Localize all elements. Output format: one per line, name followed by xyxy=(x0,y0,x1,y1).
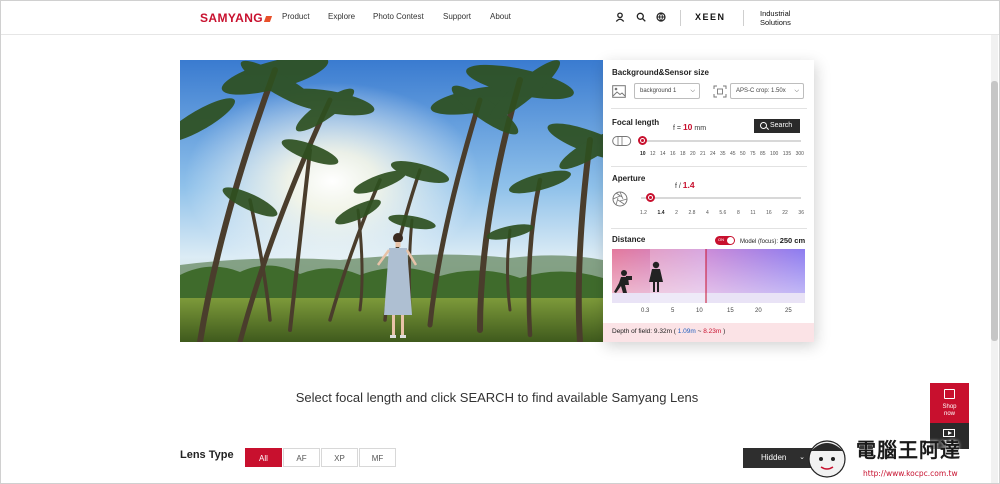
search-button[interactable]: Search xyxy=(754,119,800,133)
watermark-url: http://www.kocpc.com.tw xyxy=(863,469,958,478)
model-focus-label: Model (focus): 250 cm xyxy=(740,236,806,245)
watermark-title: 電腦王阿達 xyxy=(856,438,961,462)
depth-of-field-bar: Depth of field: 9.32m ( 1.09m ~ 8.23m ) xyxy=(603,323,814,342)
background-sensor-title: Background&Sensor size xyxy=(612,68,709,77)
dof-far: 8.23m xyxy=(703,328,722,335)
focal-length-slider-handle[interactable] xyxy=(638,136,647,145)
preview-photo xyxy=(180,60,603,342)
aperture-icon xyxy=(612,191,628,207)
search-icon[interactable] xyxy=(636,12,646,22)
scrollbar-thumb[interactable] xyxy=(991,81,998,341)
distance-tick: 20 xyxy=(755,308,762,314)
aperture-slider-handle[interactable] xyxy=(646,193,655,202)
tab-all[interactable]: All xyxy=(245,448,282,467)
focal-length-value: f = 10 mm xyxy=(673,122,707,132)
focal-length-ticks: 10 12 14 16 18 20 21 24 35 45 50 75 85 1… xyxy=(640,151,804,157)
header-separator xyxy=(680,10,681,26)
divider xyxy=(611,108,807,109)
industrial-solutions-link[interactable]: Industrial Solutions xyxy=(760,9,791,27)
sensor-crop-icon xyxy=(713,85,727,98)
distance-tick: 10 xyxy=(696,308,703,314)
aperture-value: f / 1.4 xyxy=(675,180,695,190)
distance-tick: 0.3 xyxy=(641,308,650,314)
nav-product[interactable]: Product xyxy=(282,12,310,21)
tab-mf[interactable]: MF xyxy=(359,448,396,467)
xeen-link[interactable]: XEEN xyxy=(695,12,726,22)
focal-length-title: Focal length xyxy=(612,118,660,127)
distance-tick: 5 xyxy=(671,308,675,314)
search-hint: Select focal length and click SEARCH to … xyxy=(295,390,699,405)
aperture-title: Aperture xyxy=(612,174,646,183)
user-icon[interactable] xyxy=(615,12,625,22)
nav-support[interactable]: Support xyxy=(443,12,471,21)
nav-about[interactable]: About xyxy=(490,12,511,21)
shop-now-button[interactable]: Shop now xyxy=(930,383,969,423)
lens-simulator-panel: Background&Sensor size background 1 ⌵ APS… xyxy=(603,60,814,342)
aperture-ticks: 1.2 1.4 2 2.8 4 5.6 8 11 16 22 36 xyxy=(640,210,804,216)
samyang-logo[interactable]: SAMYANG xyxy=(200,11,273,25)
shopping-bag-icon xyxy=(944,389,955,399)
distance-tick: 15 xyxy=(727,308,734,314)
globe-icon[interactable] xyxy=(656,12,666,22)
tab-af[interactable]: AF xyxy=(283,448,320,467)
divider xyxy=(611,166,807,167)
nav-photo-contest[interactable]: Photo Contest xyxy=(373,12,424,21)
lens-barrel-icon xyxy=(612,136,632,146)
site-header: SAMYANG Product Explore Photo Contest Su… xyxy=(1,1,999,35)
divider xyxy=(611,228,807,229)
industrial-line1: Industrial xyxy=(760,9,791,18)
lens-type-label: Lens Type xyxy=(180,449,234,461)
focal-length-slider-track[interactable] xyxy=(641,140,801,142)
nav-explore[interactable]: Explore xyxy=(328,12,355,21)
dof-near: 1.09m xyxy=(677,328,696,335)
image-icon xyxy=(612,85,626,98)
header-separator xyxy=(743,10,744,26)
background-select[interactable]: background 1 ⌵ xyxy=(634,83,700,99)
aperture-slider-track[interactable] xyxy=(641,197,801,199)
distance-visualizer[interactable] xyxy=(612,249,805,303)
industrial-line2: Solutions xyxy=(760,18,791,27)
sensor-size-select[interactable]: APS-C crop: 1.50x ⌵ xyxy=(730,83,804,99)
model-toggle[interactable]: ON xyxy=(715,236,735,245)
page: SAMYANG Product Explore Photo Contest Su… xyxy=(0,0,1000,484)
distance-title: Distance xyxy=(612,235,646,244)
tab-xp[interactable]: XP xyxy=(321,448,358,467)
distance-tick: 25 xyxy=(785,308,792,314)
search-icon xyxy=(760,122,767,129)
